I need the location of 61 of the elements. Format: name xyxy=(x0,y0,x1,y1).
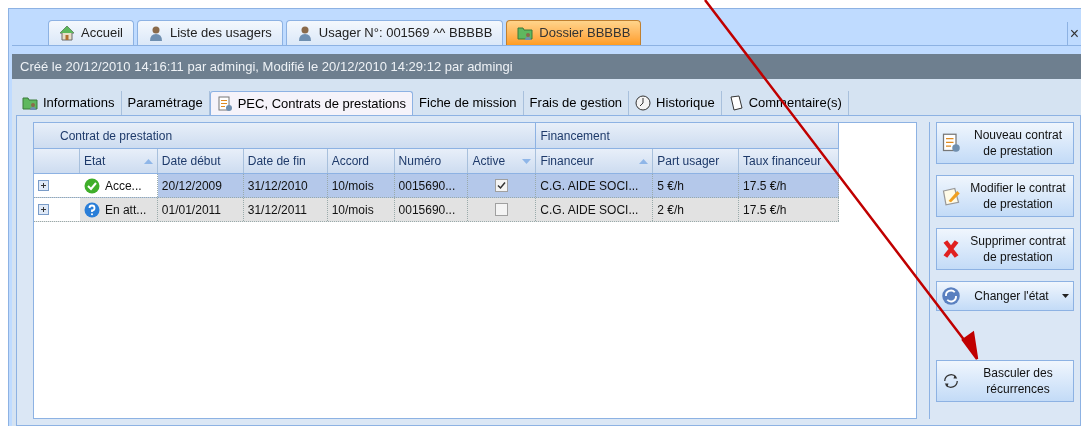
cycle-icon xyxy=(941,286,961,306)
column-header[interactable]: Date de fin xyxy=(243,149,328,173)
column-header[interactable]: Date début xyxy=(157,149,244,173)
section-tab[interactable]: PEC, Contrats de prestations xyxy=(209,91,414,115)
table-cell: 17.5 €/h xyxy=(739,198,839,221)
header-cell xyxy=(34,149,80,173)
action-button[interactable]: Supprimer contrat de prestation xyxy=(936,228,1074,270)
dropdown-button[interactable]: Changer l'état xyxy=(936,281,1074,311)
document-tab[interactable]: Accueil xyxy=(48,20,134,45)
expand-icon[interactable] xyxy=(38,180,49,191)
close-button[interactable]: × xyxy=(1066,22,1081,46)
table-cell: C.G. AIDE SOCI... xyxy=(536,198,654,221)
table-row[interactable]: Acce... 20/12/2009 31/12/2010 10/mois 0015690... C.G. AIDE SOCI... 5 €/h 17.5 €/h xyxy=(34,174,839,198)
action-button[interactable]: Basculer des récurrences xyxy=(936,360,1074,402)
table-cell: C.G. AIDE SOCI... xyxy=(536,174,654,197)
table-cell: 5 €/h xyxy=(653,174,740,197)
action-button[interactable]: Modifier le contrat de prestation xyxy=(936,175,1074,217)
checkbox[interactable] xyxy=(495,203,509,216)
table-cell: 31/12/2011 xyxy=(243,198,328,221)
refresh-icon xyxy=(941,371,961,391)
status-text: En att... xyxy=(104,201,147,219)
table-cell: 0015690... xyxy=(394,174,469,197)
status-text: Acce... xyxy=(104,177,142,195)
column-header[interactable]: Etat xyxy=(79,149,158,173)
column-header[interactable]: Part usager xyxy=(653,149,740,173)
document-tab[interactable]: Liste des usagers xyxy=(136,20,283,45)
table-cell: 31/12/2010 xyxy=(243,174,328,197)
folder-icon xyxy=(517,25,534,41)
pencil-icon xyxy=(941,186,961,206)
folder-icon xyxy=(22,95,38,111)
table-cell: 01/01/2011 xyxy=(157,198,244,221)
document-icon xyxy=(216,95,233,112)
table-cell: 10/mois xyxy=(327,174,395,197)
document-icon xyxy=(941,133,961,153)
sort-ascending-icon xyxy=(639,158,649,164)
table-row[interactable]: En att... 01/01/2011 31/12/2011 10/mois 0015690... C.G. AIDE SOCI... 2 €/h 17.5 €/h xyxy=(34,198,839,222)
column-header[interactable]: Numéro xyxy=(394,149,469,173)
column-header[interactable]: Taux financeur xyxy=(739,149,839,173)
note-icon xyxy=(727,95,744,111)
column-header[interactable]: Active xyxy=(468,149,537,173)
delete-icon xyxy=(941,239,961,259)
action-button[interactable]: Nouveau contrat de prestation xyxy=(936,122,1074,164)
document-tab[interactable]: Dossier BBBBB xyxy=(506,20,642,45)
table-cell: 2 €/h xyxy=(653,198,740,221)
clock-icon xyxy=(635,95,652,111)
house-icon xyxy=(59,25,75,41)
person-icon xyxy=(296,25,313,41)
column-header[interactable]: Accord xyxy=(327,149,395,173)
document-tab[interactable]: Usager N°: 001569 ^^ BBBBB xyxy=(285,20,504,45)
group-header: Financement xyxy=(536,123,839,148)
table-cell: 0015690... xyxy=(394,198,469,221)
group-header: Contrat de prestation xyxy=(34,123,537,148)
person-icon xyxy=(147,25,164,41)
table-cell: 20/12/2009 xyxy=(157,174,244,197)
sort-descending-icon xyxy=(522,158,532,164)
column-header[interactable]: Financeur xyxy=(536,149,654,173)
checkbox[interactable] xyxy=(495,179,509,192)
expand-icon[interactable] xyxy=(38,204,49,215)
sort-ascending-icon xyxy=(143,158,153,164)
info-bar: Créé le 20/12/2010 14:16:11 par admingi, Modifié le 20/12/2010 14:29:12 par admingi xyxy=(12,54,1081,79)
table-cell: 10/mois xyxy=(327,198,395,221)
